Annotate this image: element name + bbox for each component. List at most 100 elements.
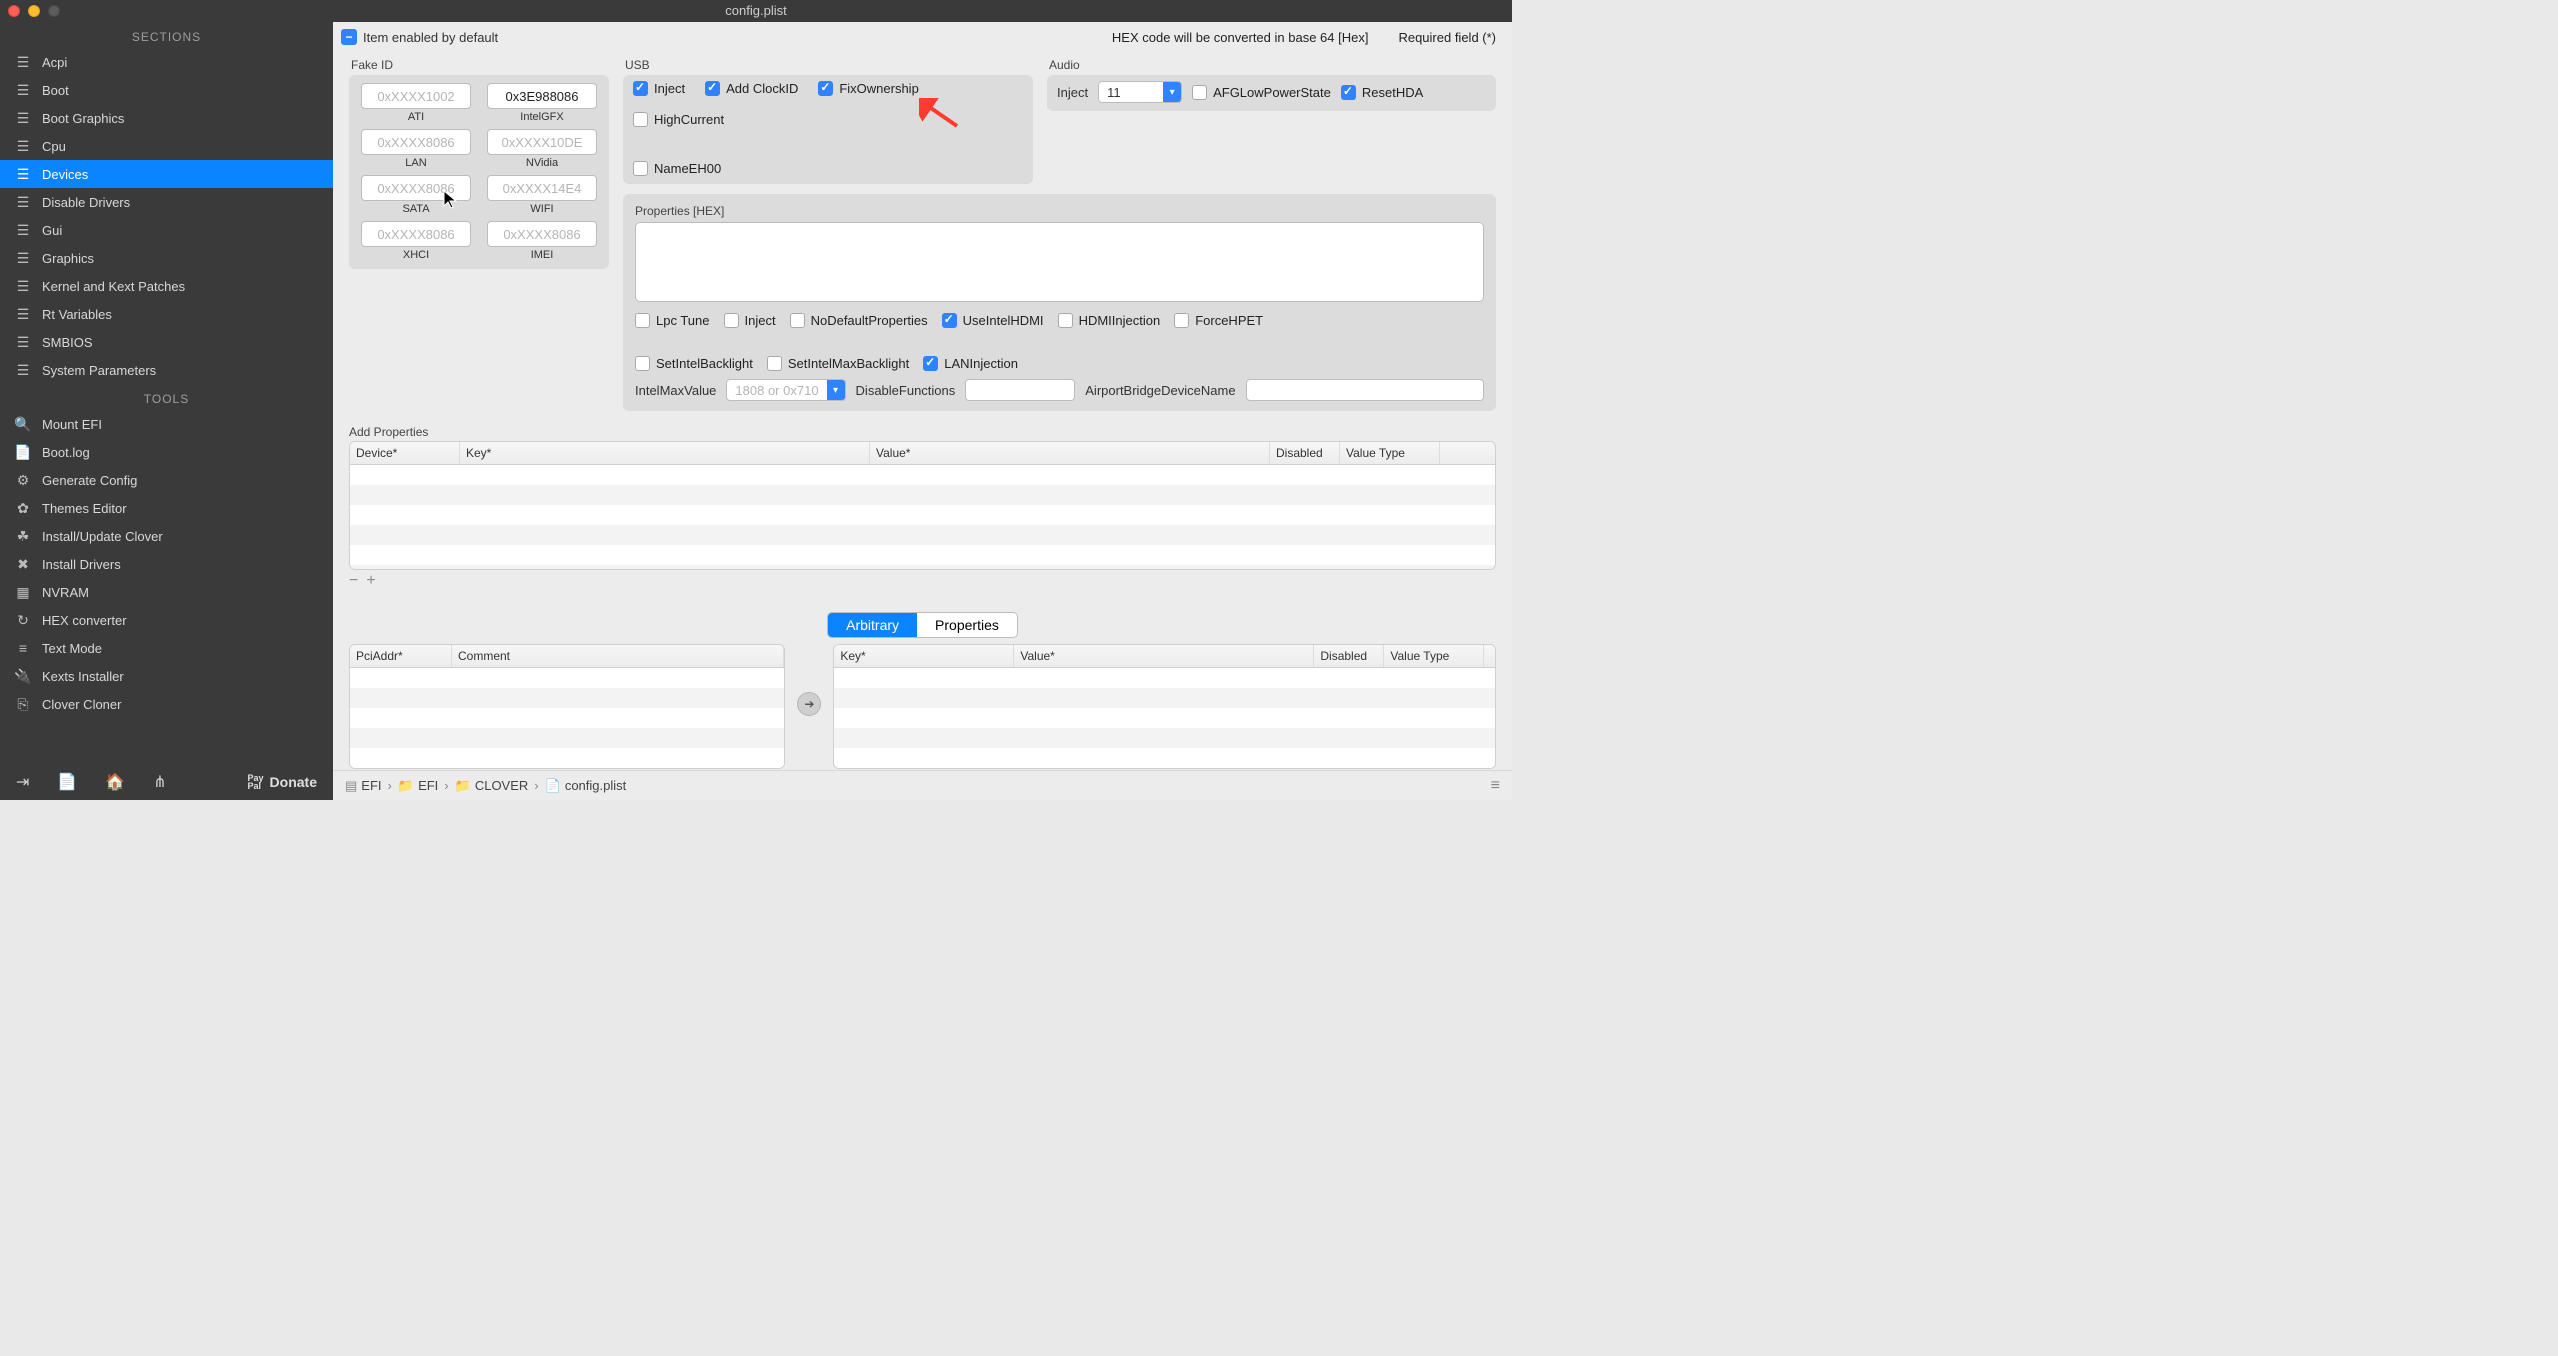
sidebar-item-label: Boot Graphics (42, 111, 124, 126)
audio-resethda-checkbox[interactable] (1341, 85, 1356, 100)
sidebar-item-smbios[interactable]: ☰SMBIOS (0, 328, 333, 356)
breadcrumb-efi-drive[interactable]: ▤EFI (345, 778, 382, 794)
tab-properties[interactable]: Properties (917, 613, 1017, 637)
fakeid-xhci-input[interactable] (361, 221, 471, 247)
sidebar-tool-boot-log[interactable]: 📄Boot.log (0, 438, 333, 466)
add-row-button[interactable]: + (366, 572, 375, 590)
sidebar-tool-nvram[interactable]: ▦NVRAM (0, 578, 333, 606)
breadcrumb-file[interactable]: 📄config.plist (545, 778, 627, 794)
list-icon: ☰ (14, 54, 32, 71)
content-area: − Item enabled by default HEX code will … (333, 22, 1512, 800)
sidebar-tool-install-drivers[interactable]: ✖Install Drivers (0, 550, 333, 578)
intelmaxvalue-select[interactable]: 1808 or 0x710 ▾ (726, 379, 845, 401)
fakeid-wifi-input[interactable] (487, 175, 597, 201)
fakeid-intelgfx-input[interactable] (487, 83, 597, 109)
sidebar-item-rt-variables[interactable]: ☰Rt Variables (0, 300, 333, 328)
list-icon: ☰ (14, 278, 32, 295)
sidebar-item-boot[interactable]: ☰Boot (0, 76, 333, 104)
disablefunctions-input[interactable] (965, 379, 1075, 401)
remove-row-button[interactable]: − (349, 572, 358, 590)
audio-afglow-checkbox[interactable] (1192, 85, 1207, 100)
sidebar-tool-install-update-clover[interactable]: ☘Install/Update Clover (0, 522, 333, 550)
intelmaxvalue-label: IntelMaxValue (635, 383, 716, 398)
props-hdmiinjection-checkbox[interactable] (1058, 313, 1073, 328)
add-properties-table[interactable]: Device*Key*Value*DisabledValue Type (349, 441, 1496, 570)
sidebar-item-kernel-and-kext-patches[interactable]: ☰Kernel and Kext Patches (0, 272, 333, 300)
export-icon[interactable]: ⇥ (16, 772, 29, 792)
fakeid-title: Fake ID (349, 52, 609, 75)
sidebar-item-label: HEX converter (42, 613, 127, 628)
sidebar-item-devices[interactable]: ☰Devices (0, 160, 333, 188)
audio-inject-select[interactable]: 11 ▾ (1098, 81, 1182, 103)
sidebar-tool-kexts-installer[interactable]: 🔌Kexts Installer (0, 662, 333, 690)
column-key-[interactable]: Key* (460, 442, 870, 464)
airportbridge-input[interactable] (1246, 379, 1484, 401)
sidebar-item-acpi[interactable]: ☰Acpi (0, 48, 333, 76)
sidebar-tool-themes-editor[interactable]: ✿Themes Editor (0, 494, 333, 522)
props-nodefault-checkbox[interactable] (790, 313, 805, 328)
sidebar-item-graphics[interactable]: ☰Graphics (0, 244, 333, 272)
audio-resethda-label: ResetHDA (1362, 85, 1423, 100)
props-setintelmaxbacklight-checkbox[interactable] (767, 356, 782, 371)
sidebar-item-system-parameters[interactable]: ☰System Parameters (0, 356, 333, 384)
sidebar-item-disable-drivers[interactable]: ☰Disable Drivers (0, 188, 333, 216)
column-comment[interactable]: Comment (452, 645, 784, 667)
props-useintelhdmi-checkbox[interactable] (942, 313, 957, 328)
breadcrumb-clover-folder[interactable]: 📁CLOVER (455, 778, 529, 794)
column-disabled[interactable]: Disabled (1270, 442, 1340, 464)
column-value-type[interactable]: Value Type (1340, 442, 1440, 464)
usb-nameeh00-checkbox[interactable] (633, 161, 648, 176)
fakeid-ati-input[interactable] (361, 83, 471, 109)
airportbridge-label: AirportBridgeDeviceName (1085, 383, 1235, 398)
donate-button[interactable]: PayPal Donate (248, 774, 317, 790)
breadcrumb-efi-folder[interactable]: 📁EFI (398, 778, 438, 794)
arbitrary-left-table[interactable]: PciAddr*Comment (349, 644, 785, 769)
audio-title: Audio (1047, 52, 1496, 75)
props-laninjection-checkbox[interactable] (923, 356, 938, 371)
fakeid-lan-input[interactable] (361, 129, 471, 155)
arbitrary-right-table[interactable]: Key*Value*DisabledValue Type (833, 644, 1496, 769)
sidebar-tool-mount-efi[interactable]: 🔍Mount EFI (0, 410, 333, 438)
sidebar-item-cpu[interactable]: ☰Cpu (0, 132, 333, 160)
props-setintelbacklight-checkbox[interactable] (635, 356, 650, 371)
folder-icon: 📁 (455, 778, 471, 794)
column-disabled[interactable]: Disabled (1314, 645, 1384, 667)
sidebar-tool-generate-config[interactable]: ⚙Generate Config (0, 466, 333, 494)
sidebar-item-gui[interactable]: ☰Gui (0, 216, 333, 244)
tab-arbitrary[interactable]: Arbitrary (828, 613, 917, 637)
sidebar-item-label: Devices (42, 167, 88, 182)
usb-addclockid-checkbox[interactable] (705, 81, 720, 96)
fakeid-imei-input[interactable] (487, 221, 597, 247)
home-icon[interactable]: 🏠 (105, 772, 125, 792)
column-value-[interactable]: Value* (870, 442, 1270, 464)
view-menu-icon[interactable]: ≡ (1491, 777, 1500, 795)
column-device-[interactable]: Device* (350, 442, 460, 464)
sidebar-item-label: Install/Update Clover (42, 529, 163, 544)
fakeid-nvidia-input[interactable] (487, 129, 597, 155)
usb-highcurrent-checkbox[interactable] (633, 112, 648, 127)
props-lpctune-checkbox[interactable] (635, 313, 650, 328)
usb-addclockid-label: Add ClockID (726, 81, 798, 96)
sidebar-item-label: Install Drivers (42, 557, 121, 572)
list-icon: ☰ (14, 194, 32, 211)
props-inject-checkbox[interactable] (724, 313, 739, 328)
column-pciaddr-[interactable]: PciAddr* (350, 645, 452, 667)
fakeid-sata-input[interactable] (361, 175, 471, 201)
donate-label: Donate (270, 774, 317, 790)
transfer-right-button[interactable]: ➔ (797, 692, 821, 716)
save-icon[interactable]: 📄 (57, 772, 77, 792)
usb-fixownership-checkbox[interactable] (818, 81, 833, 96)
sidebar-tool-hex-converter[interactable]: ↻HEX converter (0, 606, 333, 634)
sidebar-item-label: Boot.log (42, 445, 90, 460)
column-value-[interactable]: Value* (1014, 645, 1314, 667)
usb-fixownership-label: FixOwnership (839, 81, 918, 96)
sidebar-item-boot-graphics[interactable]: ☰Boot Graphics (0, 104, 333, 132)
properties-hex-textarea[interactable] (635, 222, 1484, 302)
sidebar-tool-text-mode[interactable]: ≡Text Mode (0, 634, 333, 662)
column-value-type[interactable]: Value Type (1384, 645, 1484, 667)
sidebar-tool-clover-cloner[interactable]: ⎘Clover Cloner (0, 690, 333, 718)
props-forcehpet-checkbox[interactable] (1174, 313, 1189, 328)
usb-inject-checkbox[interactable] (633, 81, 648, 96)
share-icon[interactable]: ⋔ (153, 772, 166, 792)
column-key-[interactable]: Key* (834, 645, 1014, 667)
